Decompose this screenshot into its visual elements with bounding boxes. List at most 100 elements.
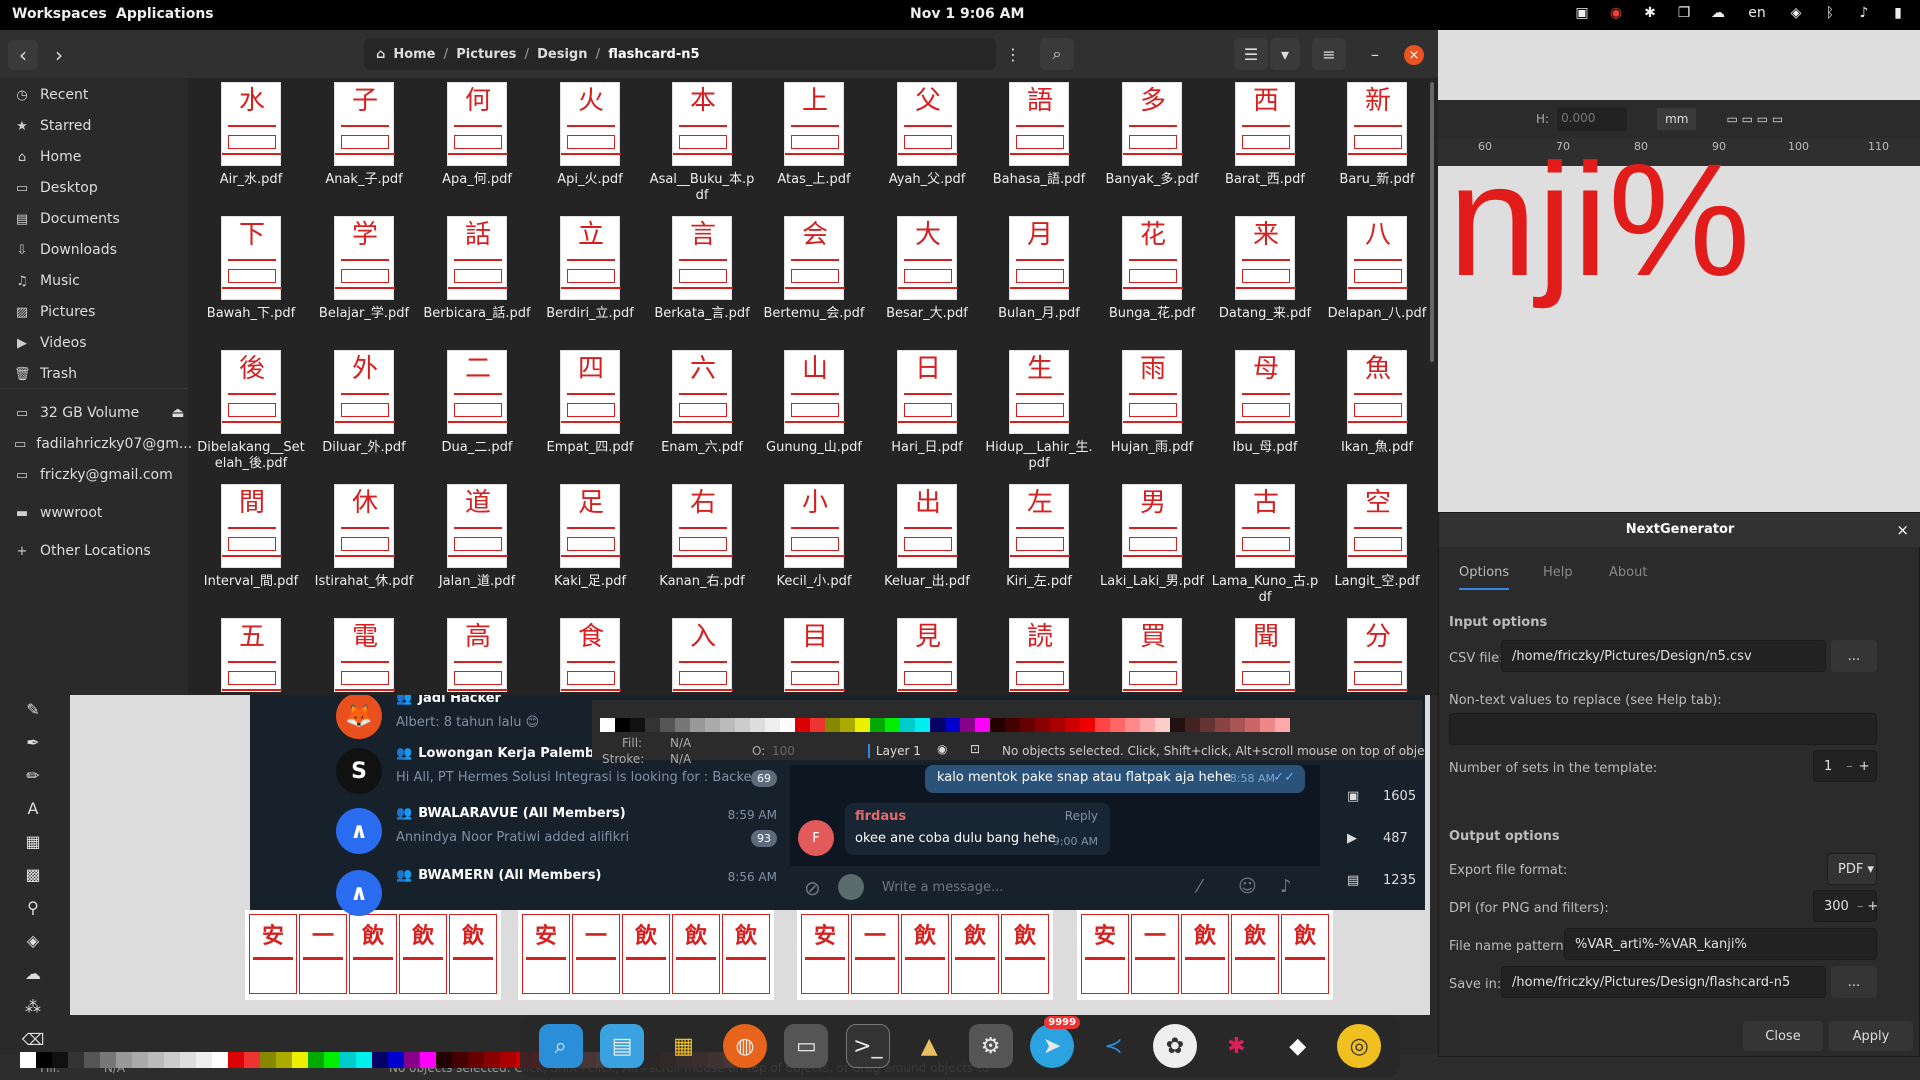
file-item[interactable]: 会 Bertemu_会.pdf <box>758 216 870 346</box>
color-swatch[interactable] <box>1020 718 1035 732</box>
bluetooth-icon[interactable]: ᛒ <box>1820 5 1840 21</box>
color-palette-top[interactable] <box>600 718 1290 732</box>
file-item[interactable]: 四 Empat_四.pdf <box>534 350 646 480</box>
scrollbar[interactable] <box>1430 82 1434 362</box>
color-swatch[interactable] <box>100 1052 116 1068</box>
file-item[interactable]: 語 Bahasa_語.pdf <box>983 82 1095 212</box>
plus-icon[interactable]: + <box>1859 759 1870 774</box>
menu-dots-icon[interactable]: ⋮ <box>998 38 1028 70</box>
color-swatch[interactable] <box>68 1052 84 1068</box>
file-item[interactable]: 母 Ibu_母.pdf <box>1209 350 1321 480</box>
color-swatch[interactable] <box>720 718 735 732</box>
color-swatch[interactable] <box>436 1052 452 1068</box>
language-indicator[interactable]: en <box>1742 5 1772 21</box>
file-item[interactable]: 多 Banyak_多.pdf <box>1096 82 1208 212</box>
close-dialog-button[interactable]: Close <box>1743 1021 1823 1051</box>
color-swatch[interactable] <box>20 1052 36 1068</box>
message-input[interactable]: Write a message... <box>882 880 1003 895</box>
sidebar-item[interactable]: ★ Starred <box>0 111 188 141</box>
command-icon[interactable]: ⁄ <box>1198 876 1201 897</box>
color-swatch[interactable] <box>212 1052 228 1068</box>
plus-icon[interactable]: + <box>1867 899 1878 914</box>
file-item[interactable]: 子 Anak_子.pdf <box>308 82 420 212</box>
sets-spinner[interactable]: 1– + <box>1813 750 1877 782</box>
color-swatch[interactable] <box>870 718 885 732</box>
color-swatch[interactable] <box>945 718 960 732</box>
file-item[interactable]: 五 <box>195 618 307 692</box>
file-item[interactable]: 間 Interval_間.pdf <box>195 484 307 614</box>
sidebar-item[interactable]: ▨ Pictures <box>0 297 188 327</box>
color-swatch[interactable] <box>735 718 750 732</box>
file-item[interactable]: 生 Hidup__Lahir_生.pdf <box>983 350 1095 480</box>
file-item[interactable]: 八 Delapan_八.pdf <box>1321 216 1430 346</box>
vscode-icon[interactable]: ≺ <box>1092 1024 1136 1068</box>
color-swatch[interactable] <box>1035 718 1050 732</box>
screenshot-icon[interactable]: ◎ <box>1337 1024 1382 1068</box>
color-swatch[interactable] <box>260 1052 276 1068</box>
file-item[interactable]: 後 Dibelakang__Setelah_後.pdf <box>195 350 307 480</box>
back-button[interactable]: ‹ <box>8 40 38 70</box>
color-swatch[interactable] <box>690 718 705 732</box>
volume-icon[interactable]: ♪ <box>1854 5 1874 21</box>
color-swatch[interactable] <box>855 718 870 732</box>
microphone-icon[interactable]: ♪ <box>1280 876 1292 897</box>
tab-help[interactable]: Help <box>1543 565 1573 580</box>
color-swatch[interactable] <box>180 1052 196 1068</box>
sidebar-item[interactable]: ▤ Documents <box>0 204 188 234</box>
file-item[interactable]: 出 Keluar_出.pdf <box>871 484 983 614</box>
dropper-tool-icon[interactable]: ⚲ <box>27 898 39 917</box>
file-item[interactable]: 分 <box>1321 618 1430 692</box>
file-item[interactable]: 右 Kanan_右.pdf <box>646 484 758 614</box>
sidebar-item[interactable]: ▶ Videos <box>0 328 188 358</box>
screen-icon[interactable]: ▣ <box>1572 5 1592 21</box>
chrome-icon[interactable]: ◉ <box>1606 5 1626 21</box>
color-swatch[interactable] <box>600 718 615 732</box>
file-item[interactable]: 入 <box>646 618 758 692</box>
sidebar-item[interactable]: ▭ fadilahriczky07@gm... <box>0 429 192 459</box>
breadcrumb[interactable]: ⌂ Home / Pictures / Design / flashcard-n… <box>364 38 996 70</box>
paint-bucket-icon[interactable]: ◈ <box>27 931 39 950</box>
breadcrumb-home[interactable]: Home <box>393 47 435 62</box>
color-swatch[interactable] <box>705 718 720 732</box>
eye-icon[interactable]: ◉ <box>937 742 947 756</box>
h-input[interactable]: 0.000 <box>1557 107 1628 131</box>
file-item[interactable]: 休 Istirahat_休.pdf <box>308 484 420 614</box>
gradient-tool-icon[interactable]: ▦ <box>25 832 40 851</box>
mesh-tool-icon[interactable]: ▩ <box>25 865 40 884</box>
clock[interactable]: Nov 1 9:06 AM <box>910 6 1024 22</box>
color-swatch[interactable] <box>164 1052 180 1068</box>
opacity-value[interactable]: 100 <box>772 744 795 758</box>
file-item[interactable]: 立 Berdiri_立.pdf <box>534 216 646 346</box>
color-swatch[interactable] <box>452 1052 468 1068</box>
file-item[interactable]: 花 Bunga_花.pdf <box>1096 216 1208 346</box>
color-swatch[interactable] <box>1110 718 1125 732</box>
file-item[interactable]: 男 Laki_Laki_男.pdf <box>1096 484 1208 614</box>
color-swatch[interactable] <box>1050 718 1065 732</box>
color-swatch[interactable] <box>675 718 690 732</box>
file-item[interactable]: 月 Bulan_月.pdf <box>983 216 1095 346</box>
color-swatch[interactable] <box>1245 718 1260 732</box>
color-swatch[interactable] <box>990 718 1005 732</box>
tab-options[interactable]: Options <box>1459 565 1510 590</box>
color-swatch[interactable] <box>116 1052 132 1068</box>
color-swatch[interactable] <box>500 1052 516 1068</box>
color-swatch[interactable] <box>930 718 945 732</box>
sidebar-item[interactable]: ♫ Music <box>0 266 188 296</box>
color-swatch[interactable] <box>484 1052 500 1068</box>
file-item[interactable]: 左 Kiri_左.pdf <box>983 484 1095 614</box>
file-item[interactable]: 話 Berbicara_話.pdf <box>421 216 533 346</box>
file-item[interactable]: 目 <box>758 618 870 692</box>
breadcrumb-pictures[interactable]: Pictures <box>456 47 516 62</box>
file-item[interactable]: 山 Gunung_山.pdf <box>758 350 870 480</box>
file-item[interactable]: 西 Barat_西.pdf <box>1209 82 1321 212</box>
reply-link[interactable]: Reply <box>1065 809 1098 823</box>
incoming-message[interactable]: firdaus Reply okee ane coba dulu bang he… <box>845 803 1110 855</box>
color-swatch[interactable] <box>1065 718 1080 732</box>
color-swatch[interactable] <box>308 1052 324 1068</box>
file-item[interactable]: 外 Diluar_外.pdf <box>308 350 420 480</box>
view-options-button[interactable]: ▾ <box>1270 38 1300 70</box>
window-icon[interactable]: ❐ <box>1674 5 1694 21</box>
files-icon[interactable]: ▭ <box>784 1024 829 1068</box>
color-swatch[interactable] <box>795 718 810 732</box>
archive-icon[interactable]: ▲ <box>907 1024 951 1068</box>
